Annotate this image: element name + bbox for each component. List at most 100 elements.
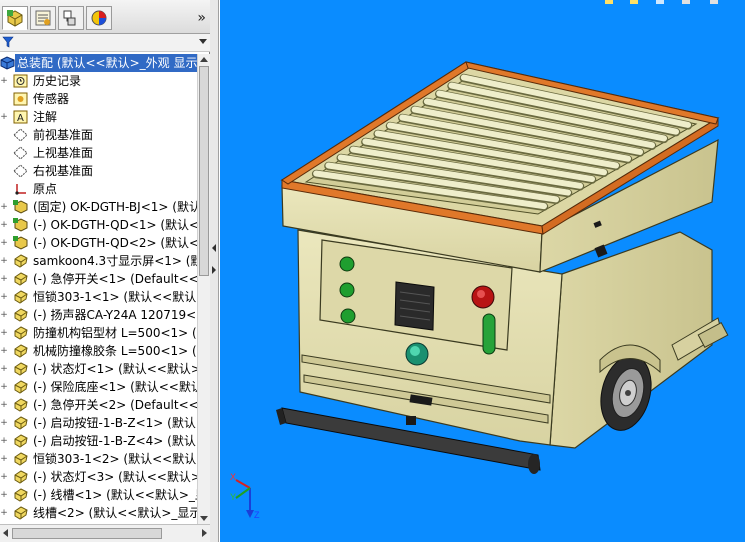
part-icon [13,416,28,430]
tree-item[interactable]: + (-) 线槽<1> (默认<<默认>_显 [0,486,197,504]
property-icon [35,10,51,26]
manager-tab-bar: » [0,0,210,34]
tree-item[interactable]: + A 注解 [0,108,197,126]
tree-item[interactable]: + (-) OK-DGTH-QD<2> (默认< [0,234,197,252]
triad-x-label: X [230,472,236,482]
expand-toggle-icon[interactable]: + [0,113,8,122]
expand-toggle-icon[interactable]: + [0,455,8,464]
coordinate-triad: X Y Z [230,472,260,520]
scroll-right-arrow[interactable] [202,529,207,537]
expand-toggle-icon[interactable]: + [0,293,8,302]
tree-item[interactable]: + (-) OK-DGTH-QD<1> (默认< [0,216,197,234]
plane-icon [13,164,28,178]
tree-item[interactable]: + (-) 启动按钮-1-B-Z<1> (默认 [0,414,197,432]
history-icon [13,74,28,88]
tab-display-manager[interactable] [86,6,112,30]
tree-item-label: 恒锁303-1<1> (默认<<默认> [33,290,197,304]
expand-toggle-icon[interactable]: + [0,491,8,500]
tree-item-label: 原点 [33,182,58,196]
tree-item-label: (-) 线槽<1> (默认<<默认>_显 [33,488,197,502]
tree-item[interactable]: 上视基准面 [0,144,197,162]
tab-feature-manager[interactable] [2,6,28,30]
tree-item-label: (-) 扬声器CA-Y24A 120719< [33,308,197,322]
expand-toggle-icon[interactable]: + [0,473,8,482]
tree-item[interactable]: + 历史记录 [0,72,197,90]
panel-splitter[interactable] [210,0,219,542]
tree-item[interactable]: + (-) 保险底座<1> (默认<<默认 [0,378,197,396]
scroll-thumb[interactable] [199,66,209,276]
tab-property-manager[interactable] [30,6,56,30]
tab-configuration-manager[interactable] [58,6,84,30]
tree-item[interactable]: + 恒锁303-1<1> (默认<<默认> [0,288,197,306]
expand-toggle-icon[interactable]: + [0,365,8,374]
expand-toggle-icon[interactable]: + [0,437,8,446]
tree-item[interactable]: + (-) 状态灯<1> (默认<<默认> [0,360,197,378]
viewport-corner-icons[interactable] [605,0,718,4]
horizontal-scroll-thumb[interactable] [12,528,162,539]
tree-item[interactable]: + 线槽<2> (默认<<默认>_显示 [0,504,197,522]
scroll-left-arrow[interactable] [3,529,8,537]
part-icon [13,344,28,358]
tree-item[interactable]: + samkoon4.3寸显示屏<1> (默认 [0,252,197,270]
speaker [394,281,435,331]
plane-icon [13,128,28,142]
tree-item[interactable]: 前视基准面 [0,126,197,144]
expand-toggle-icon[interactable]: + [0,347,8,356]
part-icon [13,506,28,520]
part-icon [13,362,28,376]
expand-toggle-icon[interactable]: + [0,203,8,212]
tree-item[interactable]: + (-) 启动按钮-1-B-Z<4> (默认 [0,432,197,450]
tree-item-label: (-) 状态灯<1> (默认<<默认> [33,362,197,376]
expand-toggle-icon[interactable]: + [0,221,8,230]
expand-toggle-icon[interactable]: + [0,257,8,266]
scroll-up-arrow[interactable] [200,57,208,62]
tree-item[interactable]: + (-) 急停开关<2> (Default<<D [0,396,197,414]
tree-item[interactable]: 原点 [0,180,197,198]
feature-tree-icon [7,10,23,27]
tree-item-label: (-) 保险底座<1> (默认<<默认 [33,380,197,394]
expand-toggle-icon[interactable]: + [0,77,8,86]
tree-vertical-scrollbar[interactable] [197,54,210,524]
tree-item-label: 机械防撞橡胶条 L=500<1> (默 [33,344,197,358]
tree-item[interactable]: + (-) 扬声器CA-Y24A 120719< [0,306,197,324]
tree-item-label: samkoon4.3寸显示屏<1> (默认 [33,254,197,268]
tree-item-label: 历史记录 [33,74,82,88]
more-tabs-button[interactable]: » [197,10,206,26]
tree-item-label: 防撞机构铝型材 L=500<1> (默 [33,326,197,340]
tree-item[interactable]: 传感器 [0,90,197,108]
expand-toggle-icon[interactable]: + [0,383,8,392]
scroll-down-arrow[interactable] [200,516,208,521]
tree-item-label: (固定) OK-DGTH-BJ<1> (默认 [33,200,197,214]
expand-toggle-icon[interactable]: + [0,239,8,248]
tree-item-label: (-) 启动按钮-1-B-Z<1> (默认 [33,416,196,430]
filter-icon[interactable] [2,36,14,48]
tree-item[interactable]: + (固定) OK-DGTH-BJ<1> (默认 [0,198,197,216]
annotation-icon: A [13,110,28,124]
tree-item[interactable]: + 防撞机构铝型材 L=500<1> (默 [0,324,197,342]
tree-item-label: 前视基准面 [33,128,94,142]
tree-root-assembly[interactable]: 总装配 (默认<<默认>_外观 显示 [0,54,197,72]
expand-toggle-icon[interactable]: + [0,419,8,428]
expand-toggle-icon[interactable]: + [0,329,8,338]
tree-item[interactable]: + 机械防撞橡胶条 L=500<1> (默 [0,342,197,360]
expand-toggle-icon[interactable]: + [0,509,8,518]
graphics-viewport[interactable]: X Y Z [220,0,745,542]
tree-item-label: (-) 急停开关<1> (Default<<D [33,272,197,286]
tree-item[interactable]: + (-) 急停开关<1> (Default<<D [0,270,197,288]
filter-dropdown-arrow[interactable] [199,39,207,44]
tree-item[interactable]: + 恒锁303-1<2> (默认<<默认> [0,450,197,468]
part-icon [13,488,28,502]
tree-item[interactable]: + (-) 状态灯<3> (默认<<默认> [0,468,197,486]
configuration-icon [63,10,76,26]
agv-model [276,61,729,474]
expand-toggle-icon[interactable]: + [0,275,8,284]
filter-bar [0,34,210,52]
tree-item[interactable]: 右视基准面 [0,162,197,180]
tree-horizontal-scrollbar[interactable] [0,524,210,542]
expand-toggle-icon[interactable]: + [0,311,8,320]
collapse-panel-grip-icon[interactable] [211,242,217,276]
tree-item-label: (-) OK-DGTH-QD<1> (默认< [33,218,197,232]
expand-toggle-icon[interactable]: + [0,401,8,410]
sensor-icon [13,92,28,106]
tree-item-label: (-) OK-DGTH-QD<2> (默认< [33,236,197,250]
